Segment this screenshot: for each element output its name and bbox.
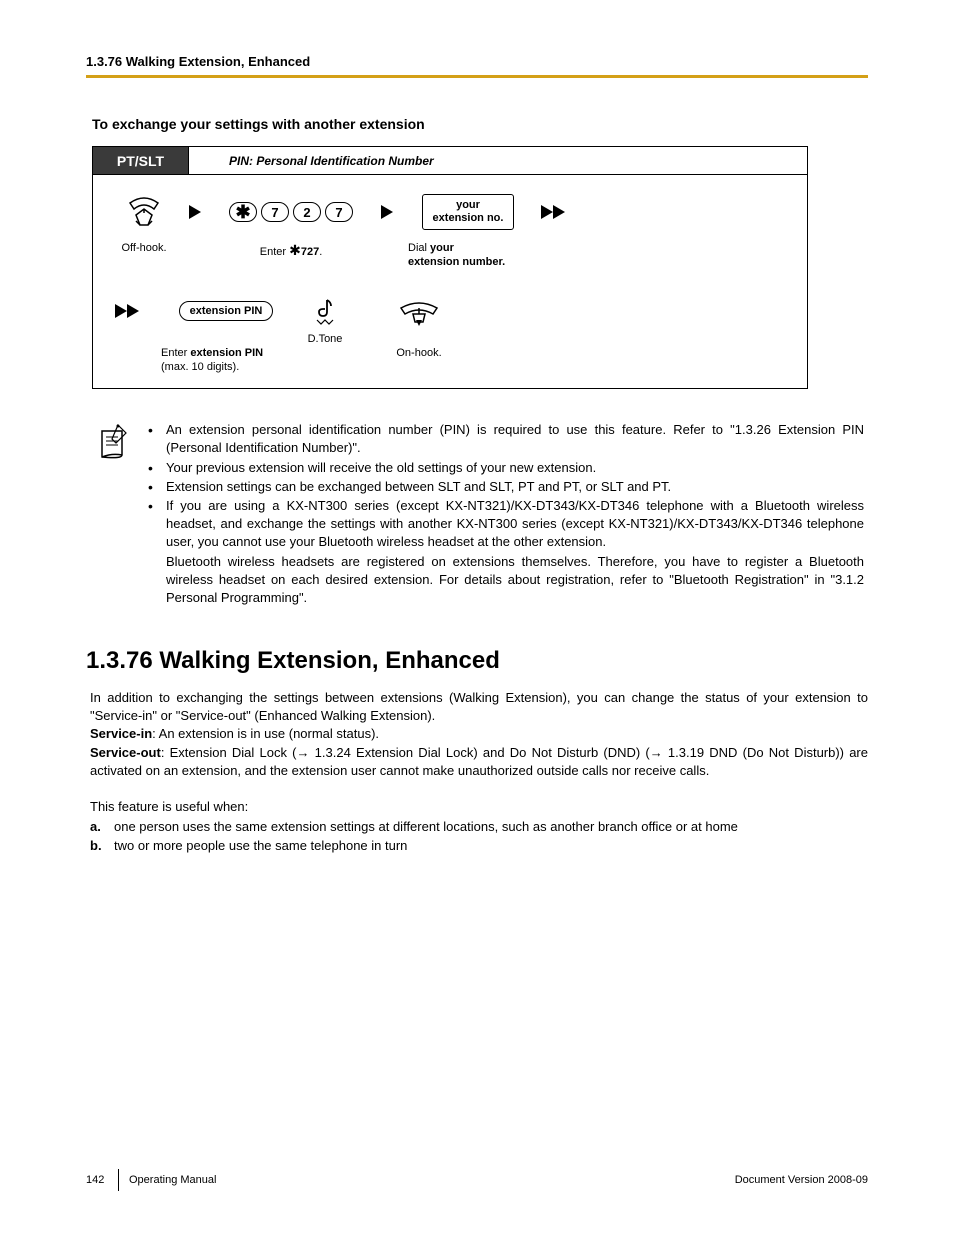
page-number: 142 <box>86 1174 116 1186</box>
note-item: If you are using a KX-NT300 series (exce… <box>144 497 864 552</box>
manual-name: Operating Manual <box>129 1174 735 1186</box>
dtone-icon <box>313 292 337 330</box>
extension-pin-box: extension PIN <box>179 301 274 321</box>
note-item: Extension settings can be exchanged betw… <box>144 478 864 496</box>
note-item: Your previous extension will receive the… <box>144 459 864 477</box>
footer-divider <box>118 1169 119 1191</box>
note-continuation: Bluetooth wireless headsets are register… <box>144 553 864 608</box>
star-key: ✱ <box>229 202 257 222</box>
notes-block: An extension personal identification num… <box>86 421 868 607</box>
service-out-line: Service-out: Extension Dial Lock (→ 1.3.… <box>90 744 868 780</box>
arrow-icon <box>381 193 393 231</box>
device-label: PT/SLT <box>93 147 189 174</box>
header-note: PIN: Personal Identification Number <box>189 154 434 168</box>
running-head: 1.3.76 Walking Extension, Enhanced <box>86 54 868 69</box>
procedure-box: PT/SLT PIN: Personal Identification Numb… <box>92 146 808 389</box>
page-footer: 142 Operating Manual Document Version 20… <box>86 1169 868 1191</box>
notepad-icon <box>86 421 144 607</box>
notes-list: An extension personal identification num… <box>144 421 868 607</box>
extension-no-box: your extension no. <box>422 194 515 230</box>
onhook-icon <box>395 292 443 330</box>
header-rule <box>86 75 868 78</box>
section-para-1: In addition to exchanging the settings b… <box>90 689 868 725</box>
enter-code-label: Enter ✱727. <box>260 241 323 259</box>
offhook-icon <box>124 193 164 231</box>
key-7b: 7 <box>325 202 353 222</box>
dial-ext-label: Dial your extension number. <box>408 241 528 270</box>
key-2: 2 <box>293 202 321 222</box>
doc-version: Document Version 2008-09 <box>735 1174 868 1186</box>
key-7: 7 <box>261 202 289 222</box>
useful-list: a. one person uses the same extension se… <box>90 818 868 855</box>
dtone-label: D.Tone <box>308 332 343 346</box>
procedure-header: PT/SLT PIN: Personal Identification Numb… <box>93 147 807 175</box>
section-para-2: This feature is useful when: <box>90 798 868 816</box>
double-arrow-icon <box>541 193 565 231</box>
subsection-title: To exchange your settings with another e… <box>92 116 868 132</box>
list-item: b. two or more people use the same telep… <box>90 837 868 855</box>
arrow-icon <box>189 193 201 231</box>
list-item: a. one person uses the same extension se… <box>90 818 868 836</box>
service-in-line: Service-in: An extension is in use (norm… <box>90 725 868 743</box>
note-item: An extension personal identification num… <box>144 421 864 457</box>
offhook-label: Off-hook. <box>121 241 166 255</box>
keypad-keys: ✱ 7 2 7 <box>227 193 355 231</box>
enter-pin-label: Enter extension PIN (max. 10 digits). <box>161 346 291 375</box>
procedure-row-2: extension PIN Enter extension PIN (max. … <box>109 292 791 375</box>
section-title: 1.3.76 Walking Extension, Enhanced <box>86 647 868 675</box>
procedure-row-1: Off-hook. ✱ 7 2 7 Enter ✱727. <box>109 193 791 270</box>
double-arrow-icon <box>115 292 139 330</box>
onhook-label: On-hook. <box>396 346 441 360</box>
